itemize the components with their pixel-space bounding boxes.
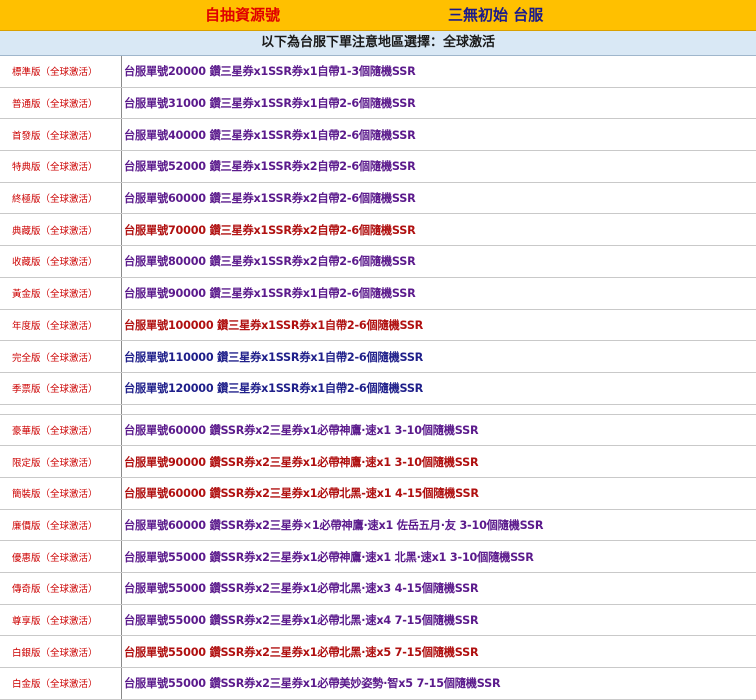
edition-name: 限定版（全球激活） [0, 446, 122, 477]
edition-name: 年度版（全球激活） [0, 309, 122, 341]
edition-description: 台服單號90000 鑽SSR券x2三星券x1必帶神鷹·速x1 3-10個隨機SS… [124, 455, 479, 469]
table-row: 白銀版（全球激活） 台服單號55000 鑽SSR券x2三星券x1必帶北黑·速x5 … [0, 636, 756, 669]
table-row: 典藏版（全球激活） 台服單號70000 鑽三星券x1SSR券x2自帶2-6個隨機S… [0, 214, 756, 247]
edition-name: 首發版（全球激活） [0, 119, 122, 151]
edition-description: 台服單號60000 鑽SSR券x2三星券x1必帶神鷹·速x1 3-10個隨機SS… [124, 423, 479, 437]
edition-description: 台服單號120000 鑽三星券x1SSR券x1自帶2-6個隨機SSR [124, 382, 424, 396]
edition-name: 白金版（全球激活） [0, 668, 122, 699]
edition-name: 普通版（全球激活） [0, 87, 122, 119]
table-row: 尊享版（全球激活） 台服單號55000 鑽SSR券x2三星券x1必帶北黑·速x4 … [0, 604, 756, 637]
table-row: 收藏版（全球激活） 台服單號80000 鑽三星券x1SSR券x2自帶2-6個隨機S… [0, 246, 756, 278]
region-notice: 以下為台服下單注意地區選擇：全球激活 [0, 31, 756, 56]
price-sheet: 自抽資源號 三無初始 台服 以下為台服下單注意地區選擇：全球激活 標準版（全球激… [0, 0, 756, 700]
table-row: 限定版（全球激活） 台服單號90000 鑽SSR券x2三星券x1必帶神鷹·速x1 … [0, 446, 756, 478]
edition-name: 收藏版（全球激活） [0, 246, 122, 277]
edition-description: 台服單號52000 鑽三星券x1SSR券x2自帶2-6個隨機SSR [124, 160, 416, 174]
edition-description: 台服單號80000 鑽三星券x1SSR券x2自帶2-6個隨機SSR [124, 255, 416, 269]
edition-description: 台服單號70000 鑽三星券x1SSR券x2自帶2-6個隨機SSR [124, 223, 416, 237]
edition-description: 台服單號100000 鑽三星券x1SSR券x1自帶2-6個隨機SSR [124, 318, 424, 332]
edition-name: 終極版（全球激活） [0, 182, 122, 214]
edition-description: 台服單號60000 鑽SSR券x2三星券x1必帶北黑-速x1 4-15個隨機SS… [124, 487, 479, 501]
table-row: 特典版（全球激活） 台服單號52000 鑽三星券x1SSR券x2自帶2-6個隨機S… [0, 151, 756, 183]
table-row: 標準版（全球激活） 台服單號20000 鑽三星券x1SSR券x1自帶1-3個隨機S… [0, 56, 756, 88]
edition-description: 台服單號31000 鑽三星券x1SSR券x1自帶2-6個隨機SSR [124, 97, 416, 111]
edition-description: 台服單號40000 鑽三星券x1SSR券x1自帶2-6個隨機SSR [124, 128, 416, 142]
table-row: 終極版（全球激活） 台服單號60000 鑽三星券x1SSR券x2自帶2-6個隨機S… [0, 182, 756, 215]
edition-name: 廉價版（全球激活） [0, 509, 122, 541]
edition-description: 台服單號20000 鑽三星券x1SSR券x1自帶1-3個隨機SSR [124, 65, 416, 79]
edition-name: 黃金版（全球激活） [0, 277, 122, 309]
edition-description: 台服單號55000 鑽SSR券x2三星券x1必帶美妙姿勢·智x5 7-15個隨機… [124, 677, 501, 691]
table-row: 完全版（全球激活） 台服單號110000 鑽三星券x1SSR券x1自帶2-6個隨機… [0, 341, 756, 373]
group-divider [0, 404, 756, 415]
edition-name: 典藏版（全球激活） [0, 214, 122, 246]
edition-name: 尊享版（全球激活） [0, 604, 122, 636]
header-left-title: 自抽資源號 [205, 6, 281, 24]
edition-description: 台服單號90000 鑽三星券x1SSR券x1自帶2-6個隨機SSR [124, 287, 416, 301]
edition-name: 豪華版（全球激活） [0, 414, 122, 446]
table-row: 年度版（全球激活） 台服單號100000 鑽三星券x1SSR券x1自帶2-6個隨機… [0, 309, 756, 342]
table-row: 普通版（全球激活） 台服單號31000 鑽三星券x1SSR券x1自帶2-6個隨機S… [0, 87, 756, 120]
edition-name: 優惠版（全球激活） [0, 541, 122, 572]
table-row: 首發版（全球激活） 台服單號40000 鑽三星券x1SSR券x1自帶2-6個隨機S… [0, 119, 756, 152]
header-bar: 自抽資源號 三無初始 台服 [0, 0, 756, 31]
table-row: 簡裝版（全球激活） 台服單號60000 鑽SSR券x2三星券x1必帶北黑-速x1 … [0, 477, 756, 510]
edition-description: 台服單號60000 鑽三星券x1SSR券x2自帶2-6個隨機SSR [124, 192, 416, 206]
edition-description: 台服單號110000 鑽三星券x1SSR券x1自帶2-6個隨機SSR [124, 350, 424, 364]
edition-name: 簡裝版（全球激活） [0, 477, 122, 509]
table-row: 廉價版（全球激活） 台服單號60000 鑽SSR券x2三星券×1必帶神鷹·速x1 … [0, 509, 756, 542]
edition-name: 白銀版（全球激活） [0, 636, 122, 668]
header-right-title: 三無初始 台服 [448, 6, 544, 24]
table-row: 傳奇版（全球激活） 台服單號55000 鑽SSR券x2三星券x1必帶北黑·速x3 … [0, 573, 756, 605]
edition-description: 台服單號55000 鑽SSR券x2三星券x1必帶北黑·速x4 7-15個隨機SS… [124, 614, 479, 628]
edition-name: 標準版（全球激活） [0, 56, 122, 87]
edition-description: 台服單號55000 鑽SSR券x2三星券x1必帶神鷹·速x1 北黑·速x1 3-… [124, 550, 534, 564]
table-row: 季票版（全球激活） 台服單號120000 鑽三星券x1SSR券x1自帶2-6個隨機… [0, 372, 756, 405]
column-divider [121, 404, 122, 414]
edition-table: 標準版（全球激活） 台服單號20000 鑽三星券x1SSR券x1自帶1-3個隨機S… [0, 56, 756, 700]
edition-name: 特典版（全球激活） [0, 151, 122, 182]
table-row: 黃金版（全球激活） 台服單號90000 鑽三星券x1SSR券x1自帶2-6個隨機S… [0, 277, 756, 310]
edition-name: 完全版（全球激活） [0, 341, 122, 372]
edition-description: 台服單號55000 鑽SSR券x2三星券x1必帶北黑·速x5 7-15個隨機SS… [124, 645, 479, 659]
table-row: 豪華版（全球激活） 台服單號60000 鑽SSR券x2三星券x1必帶神鷹·速x1 … [0, 414, 756, 447]
edition-description: 台服單號55000 鑽SSR券x2三星券x1必帶北黑·速x3 4-15個隨機SS… [124, 582, 479, 596]
edition-description: 台服單號60000 鑽SSR券x2三星券×1必帶神鷹·速x1 佐岳五月·友 3-… [124, 518, 544, 532]
edition-name: 傳奇版（全球激活） [0, 573, 122, 604]
edition-name: 季票版（全球激活） [0, 372, 122, 404]
table-row: 優惠版（全球激活） 台服單號55000 鑽SSR券x2三星券x1必帶神鷹·速x1 … [0, 541, 756, 573]
